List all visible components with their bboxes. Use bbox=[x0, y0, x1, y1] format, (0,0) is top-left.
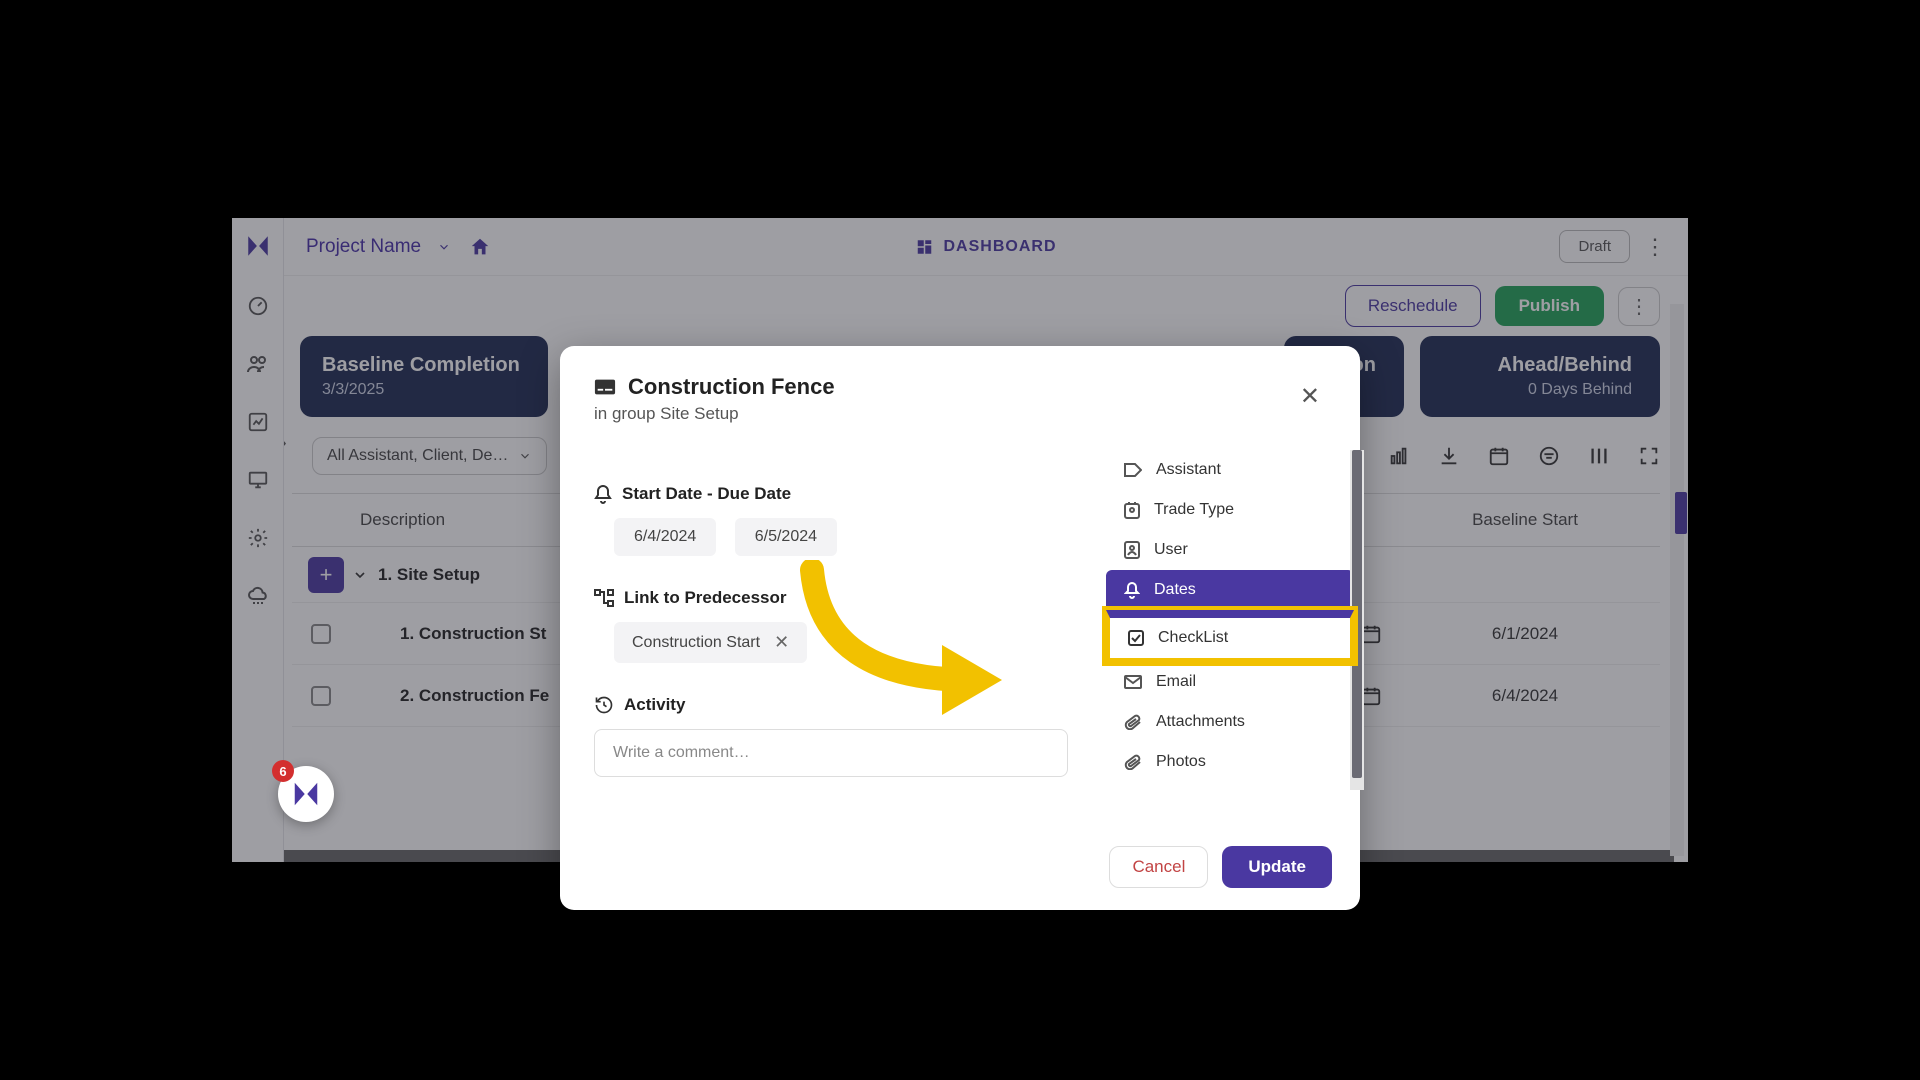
app-window: Project Name DASHBOARD Draft ⋮ Reschedul… bbox=[232, 218, 1688, 862]
assistant-bubble[interactable]: 6 bbox=[278, 766, 334, 822]
badge-icon bbox=[1124, 501, 1140, 519]
modal-title: Construction Fence bbox=[628, 374, 835, 400]
predecessor-chip[interactable]: Construction Start ✕ bbox=[614, 622, 807, 663]
dates-section-label: Start Date - Due Date bbox=[594, 484, 1088, 504]
notification-badge: 6 bbox=[272, 760, 294, 782]
history-icon bbox=[594, 695, 614, 715]
side-item-photos[interactable]: Photos bbox=[1106, 742, 1354, 782]
bell-icon bbox=[594, 484, 612, 504]
letterbox-top bbox=[232, 132, 1688, 218]
side-item-user[interactable]: User bbox=[1106, 530, 1354, 570]
side-item-email[interactable]: Email bbox=[1106, 662, 1354, 702]
side-item-dates[interactable]: Dates bbox=[1106, 570, 1354, 610]
side-item-trade-type[interactable]: Trade Type bbox=[1106, 490, 1354, 530]
mail-icon bbox=[1124, 675, 1142, 689]
paperclip-icon bbox=[1124, 714, 1142, 730]
due-date-chip[interactable]: 6/5/2024 bbox=[735, 518, 837, 556]
activity-section-label: Activity bbox=[594, 695, 1088, 715]
update-button[interactable]: Update bbox=[1222, 846, 1332, 888]
modal-footer: Cancel Update bbox=[560, 832, 1360, 910]
modal-left-panel: Start Date - Due Date 6/4/2024 6/5/2024 … bbox=[594, 440, 1088, 832]
side-item-checklist[interactable]: CheckList bbox=[1106, 610, 1354, 662]
remove-icon[interactable]: ✕ bbox=[774, 632, 789, 653]
predecessor-value: Construction Start bbox=[632, 634, 760, 652]
bell-icon bbox=[1124, 581, 1140, 599]
modal-side-panel: Assistant Trade Type User bbox=[1106, 440, 1354, 832]
close-icon[interactable]: ✕ bbox=[1300, 382, 1320, 411]
predecessor-section-label: Link to Predecessor bbox=[594, 588, 1088, 608]
checkbox-icon bbox=[1128, 630, 1144, 646]
link-tree-icon bbox=[594, 589, 614, 607]
start-date-chip[interactable]: 6/4/2024 bbox=[614, 518, 716, 556]
subtitles-icon bbox=[594, 378, 616, 396]
cancel-button[interactable]: Cancel bbox=[1109, 846, 1208, 888]
user-icon bbox=[1124, 541, 1140, 559]
task-modal: Construction Fence in group Site Setup ✕… bbox=[560, 346, 1360, 910]
modal-subtitle: in group Site Setup bbox=[594, 404, 1300, 424]
side-item-attachments[interactable]: Attachments bbox=[1106, 702, 1354, 742]
app-logo-icon bbox=[291, 779, 321, 809]
tag-icon bbox=[1124, 463, 1142, 477]
paperclip-icon bbox=[1124, 754, 1142, 770]
side-item-assistant[interactable]: Assistant bbox=[1106, 450, 1354, 490]
comment-input[interactable]: Write a comment… bbox=[594, 729, 1068, 777]
